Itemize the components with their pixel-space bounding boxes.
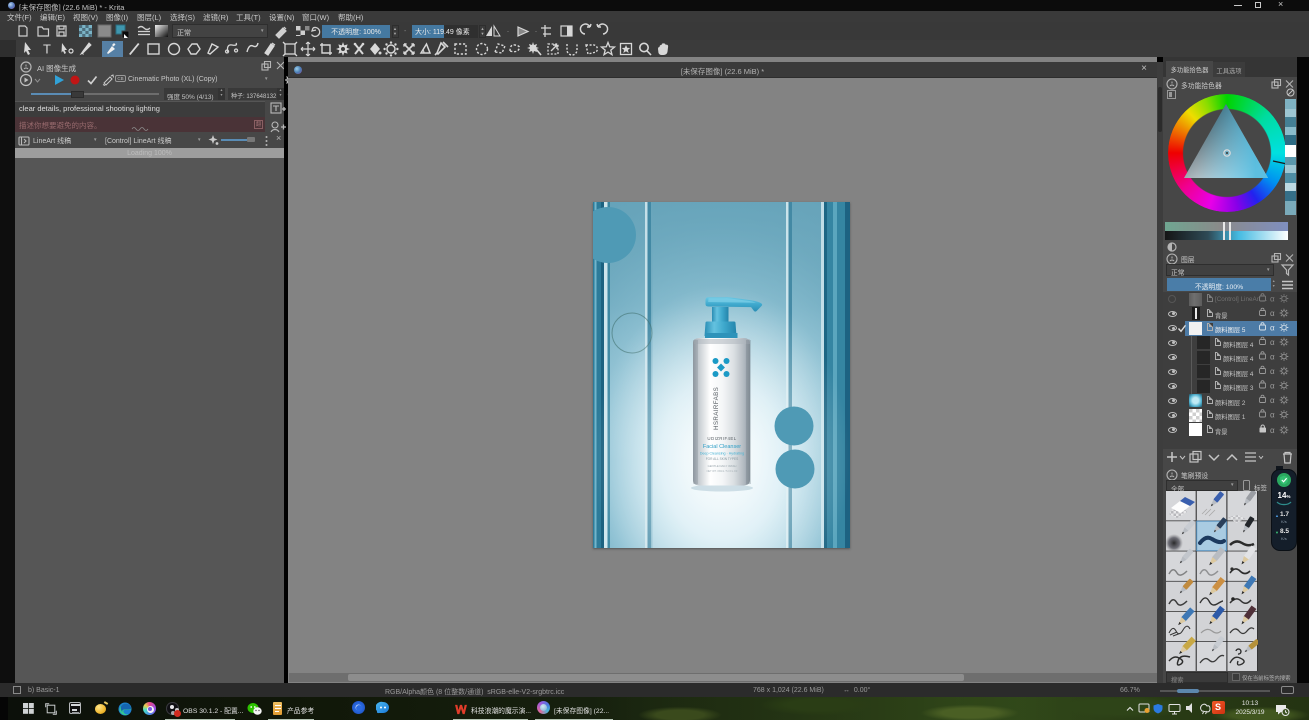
svg-text:-: - xyxy=(535,29,537,35)
svg-text:Deep Cleansing · Hydrating: Deep Cleansing · Hydrating xyxy=(700,452,744,456)
svg-text:HSRAIRFABS: HSRAIRFABS xyxy=(713,387,720,430)
svg-text:T: T xyxy=(43,42,51,57)
svg-text:-: - xyxy=(507,29,509,35)
svg-text:α: α xyxy=(1270,426,1275,435)
svg-text:NET WT. 150ml / 5.0 FL.OZ: NET WT. 150ml / 5.0 FL.OZ xyxy=(707,470,738,473)
svg-text:Facial Cleanser: Facial Cleanser xyxy=(703,444,741,450)
svg-text:GENTLE DAILY WASH: GENTLE DAILY WASH xyxy=(708,464,737,468)
svg-text:UDIZRIF4EL: UDIZRIF4EL xyxy=(707,436,736,441)
svg-text:FOR ALL SKIN TYPES: FOR ALL SKIN TYPES xyxy=(706,457,739,461)
